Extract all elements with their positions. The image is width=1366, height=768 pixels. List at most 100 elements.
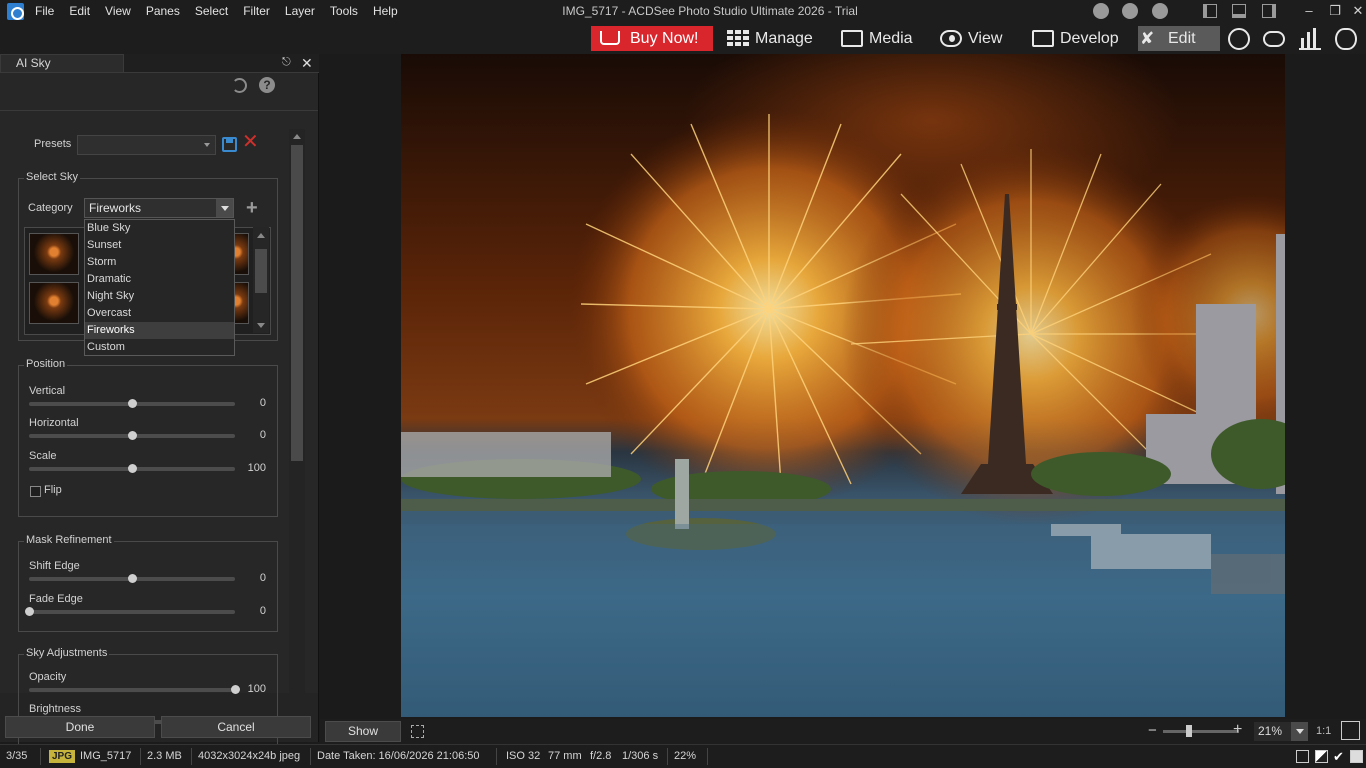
date-taken: Date Taken: 16/06/2026 21:06:50 (317, 750, 480, 762)
horizontal-slider[interactable] (29, 431, 235, 440)
cloud-365-icon[interactable] (1263, 31, 1285, 47)
actual-size-button[interactable]: 1:1 (1316, 722, 1331, 741)
zoom-in-icon[interactable]: + (1233, 721, 1242, 739)
zoom-slider[interactable] (1163, 725, 1239, 737)
shift-edge-slider[interactable] (29, 574, 235, 583)
scale-slider-handle[interactable] (128, 464, 137, 473)
filmstrip-icon[interactable] (1350, 750, 1363, 763)
mode-view[interactable]: View (938, 26, 1008, 51)
photos-icon[interactable] (1335, 28, 1357, 50)
ai-icon[interactable] (1228, 28, 1250, 50)
bottom-pane-layout-icon[interactable] (1232, 4, 1246, 18)
sky-thumbnail[interactable] (29, 282, 79, 324)
opacity-value: 100 (247, 683, 266, 695)
category-option-blue-sky[interactable]: Blue Sky (85, 220, 234, 237)
vertical-slider-handle[interactable] (128, 399, 137, 408)
flip-checkbox[interactable] (30, 486, 41, 497)
file-size: 2.3 MB (147, 750, 182, 762)
close-window-icon[interactable]: ✕ (1349, 2, 1366, 20)
mode-edit[interactable]: ✘ Edit (1138, 26, 1220, 51)
image-canvas[interactable] (320, 54, 1366, 719)
dashboard-icon[interactable] (1299, 28, 1321, 50)
show-previous-button[interactable]: Show Previous (325, 721, 401, 757)
horizontal-slider-handle[interactable] (128, 431, 137, 440)
sky-adjustments-title: Sky Adjustments (24, 647, 110, 659)
minimize-icon[interactable]: – (1300, 2, 1318, 20)
brightness-label: Brightness (29, 703, 81, 715)
gallery-scroll-thumb[interactable] (255, 249, 267, 293)
zoom-value: 21% (1258, 724, 1283, 738)
app-logo-icon[interactable] (7, 3, 24, 20)
delete-preset-icon[interactable]: ✕ (242, 132, 259, 152)
close-panel-icon[interactable]: ✕ (301, 55, 313, 72)
account-icon[interactable] (1152, 3, 1168, 19)
menu-help[interactable]: Help (373, 0, 407, 23)
fade-edge-slider-handle[interactable] (25, 607, 34, 616)
menu-tools[interactable]: Tools (330, 0, 367, 23)
zoom-dropdown[interactable]: 21% (1254, 722, 1308, 741)
menu-panes[interactable]: Panes (146, 0, 189, 23)
mode-media[interactable]: Media (839, 26, 919, 51)
opacity-slider[interactable] (29, 685, 240, 694)
chevron-down-icon[interactable] (1291, 722, 1308, 741)
menu-select[interactable]: Select (195, 0, 237, 23)
category-option-sunset[interactable]: Sunset (85, 237, 234, 254)
chevron-down-icon[interactable] (216, 199, 233, 217)
menu-view[interactable]: View (105, 0, 140, 23)
category-option-night-sky[interactable]: Night Sky (85, 288, 234, 305)
pin-icon[interactable]: ⎋ (282, 56, 292, 69)
scroll-up-icon[interactable] (293, 134, 301, 139)
cancel-button[interactable]: Cancel (161, 716, 311, 738)
category-dropdown[interactable]: Fireworks (84, 198, 234, 218)
mode-manage-label: Manage (755, 30, 813, 47)
bell-icon[interactable] (1122, 3, 1138, 19)
scale-slider[interactable] (29, 464, 235, 473)
scroll-down-icon[interactable] (257, 323, 265, 328)
reset-icon[interactable] (232, 78, 247, 93)
presets-dropdown[interactable] (77, 135, 216, 155)
category-option-dramatic[interactable]: Dramatic (85, 271, 234, 288)
contrast-icon[interactable] (1315, 750, 1328, 763)
done-button[interactable]: Done (5, 716, 155, 738)
category-option-custom[interactable]: Custom (85, 339, 234, 356)
category-option-storm[interactable]: Storm (85, 254, 234, 271)
menu-file[interactable]: File (35, 0, 63, 23)
fade-edge-slider[interactable] (25, 607, 235, 616)
menu-layer[interactable]: Layer (285, 0, 324, 23)
menu-edit[interactable]: Edit (69, 0, 99, 23)
vertical-slider[interactable] (29, 399, 235, 408)
buy-now-button[interactable]: Buy Now! (591, 26, 713, 51)
right-pane-layout-icon[interactable] (1262, 4, 1276, 18)
sky-thumbnail[interactable] (29, 233, 79, 275)
photo-scene (401, 109, 1285, 717)
menu-bar: File Edit View Panes Select Filter Layer… (35, 0, 413, 23)
restore-icon[interactable]: ❐ (1326, 2, 1344, 20)
edited-photo[interactable] (401, 54, 1285, 717)
scale-label: Scale (29, 450, 57, 462)
background-color-icon[interactable] (1296, 750, 1309, 763)
fullscreen-icon[interactable] (411, 725, 424, 738)
eye-icon (940, 30, 962, 47)
panel-scrollbar[interactable] (289, 129, 305, 727)
scroll-up-icon[interactable] (257, 233, 265, 238)
notifications-icon[interactable] (1093, 3, 1109, 19)
shift-edge-slider-handle[interactable] (128, 574, 137, 583)
gallery-scrollbar[interactable] (253, 227, 269, 333)
left-pane-layout-icon[interactable] (1203, 4, 1217, 18)
category-option-fireworks[interactable]: Fireworks (85, 322, 234, 339)
mode-manage[interactable]: Manage (725, 26, 820, 51)
develop-icon (1032, 30, 1054, 47)
save-preset-icon[interactable] (222, 137, 237, 152)
fade-edge-value: 0 (259, 605, 266, 617)
help-icon[interactable]: ? (259, 77, 275, 93)
panel-scroll-thumb[interactable] (291, 145, 303, 461)
fit-to-screen-icon[interactable] (1341, 721, 1360, 740)
category-option-overcast[interactable]: Overcast (85, 305, 234, 322)
add-sky-icon[interactable]: + (246, 198, 258, 218)
menu-filter[interactable]: Filter (243, 0, 279, 23)
zoom-slider-handle[interactable] (1185, 725, 1192, 737)
panel-tab-ai-sky-replacement[interactable]: AI Sky Replacement (0, 54, 124, 87)
checkmark-icon[interactable]: ✔ (1333, 750, 1346, 763)
zoom-out-icon[interactable]: − (1148, 723, 1157, 738)
mode-develop[interactable]: Develop (1030, 26, 1124, 51)
